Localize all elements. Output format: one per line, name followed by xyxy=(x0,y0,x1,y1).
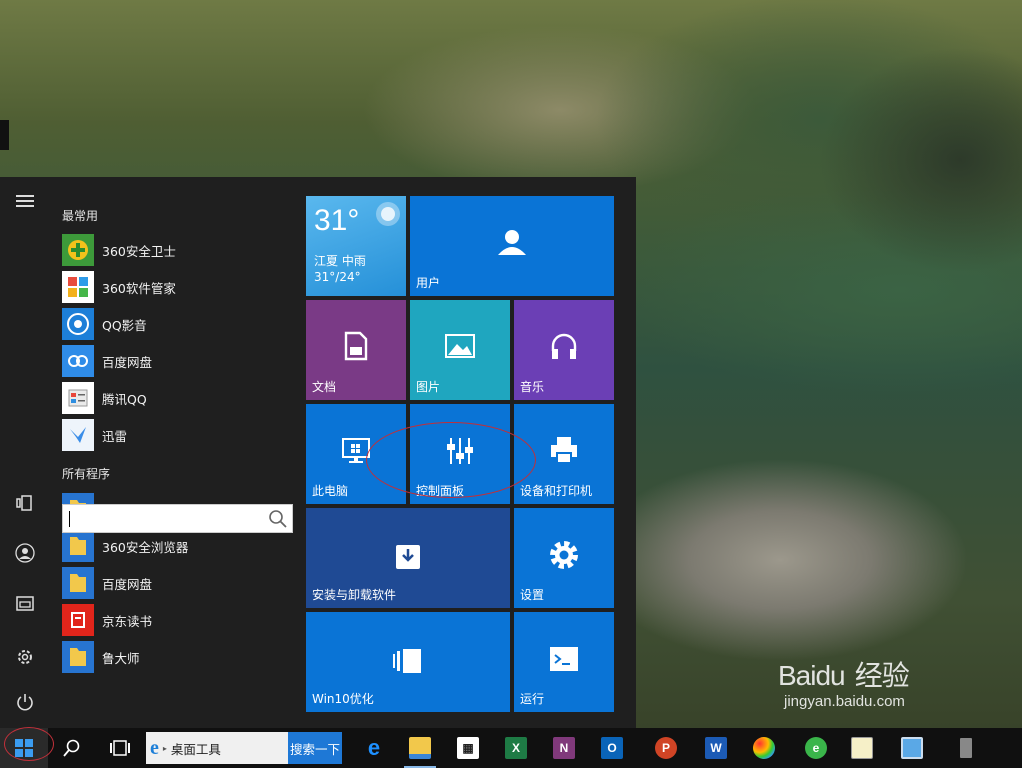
jd-reader-icon xyxy=(62,604,94,636)
app-list: 最常用 360安全卫士 360软件管家 QQ影音 百度网盘 腾讯QQ 迅雷 所有… xyxy=(50,177,296,728)
taskbar-app-paint[interactable] xyxy=(742,728,786,768)
list-item[interactable]: 迅雷 xyxy=(62,418,292,452)
pictures-tile[interactable]: 图片 xyxy=(410,300,510,400)
taskbar-app-powerpoint[interactable]: P xyxy=(644,728,688,768)
ie-logo-icon: e xyxy=(150,736,159,759)
archive-box-icon xyxy=(393,542,423,572)
printer-icon xyxy=(547,434,581,466)
store-icon: ▦ xyxy=(457,737,479,759)
user-tile[interactable]: 用户 xyxy=(410,196,614,296)
list-item[interactable]: 百度网盘 xyxy=(62,566,292,600)
power-icon[interactable] xyxy=(13,690,37,714)
install-uninstall-tile[interactable]: 安装与卸载软件 xyxy=(306,508,510,608)
start-search-input[interactable] xyxy=(62,504,293,533)
excel-icon: X xyxy=(505,737,527,759)
list-item[interactable]: 360安全卫士 xyxy=(62,233,292,267)
outlook-icon: O xyxy=(601,737,623,759)
taskbar-app-store[interactable]: ▦ xyxy=(446,728,490,768)
most-used-header: 最常用 xyxy=(62,209,99,223)
search-icon[interactable] xyxy=(268,509,288,529)
baidu-netdisk-icon xyxy=(62,345,94,377)
taskbar-search-button[interactable] xyxy=(48,728,96,768)
task-view-icon xyxy=(110,740,130,756)
onenote-icon: N xyxy=(553,737,575,759)
list-item[interactable]: 鲁大师 xyxy=(62,640,292,674)
gear-icon xyxy=(547,538,581,572)
taskbar-app-outlook[interactable]: O xyxy=(590,728,634,768)
control-panel-tile[interactable]: 控制面板 xyxy=(410,404,510,504)
picture-icon xyxy=(443,332,477,360)
powerpoint-icon: P xyxy=(655,737,677,759)
folder-icon xyxy=(62,530,94,562)
task-view-icon[interactable] xyxy=(13,491,37,515)
text-caret xyxy=(69,511,70,527)
headphones-icon xyxy=(548,330,580,362)
list-item[interactable]: 京东读书 xyxy=(62,603,292,637)
control-panel-icon xyxy=(901,737,923,759)
list-item[interactable]: 百度网盘 xyxy=(62,344,292,378)
notepad-icon xyxy=(851,737,873,759)
search-go-button[interactable]: 搜索一下 xyxy=(288,732,342,764)
tablet-mode-icon xyxy=(392,646,424,676)
list-item[interactable]: 360安全浏览器 xyxy=(62,529,292,563)
taskbar-app-word[interactable]: W xyxy=(694,728,738,768)
taskbar-app-network[interactable] xyxy=(944,728,988,768)
sliders-icon xyxy=(443,434,477,468)
weather-tile[interactable]: 31° 江夏 中雨 31°/24° xyxy=(306,196,406,296)
start-menu: 最常用 360安全卫士 360软件管家 QQ影音 百度网盘 腾讯QQ 迅雷 所有… xyxy=(0,177,636,728)
devices-printers-tile[interactable]: 设备和打印机 xyxy=(514,404,614,504)
all-programs-header: 所有程序 xyxy=(62,467,111,481)
run-console-icon xyxy=(547,644,581,674)
360-software-manager-icon xyxy=(62,271,94,303)
search-icon xyxy=(63,739,80,757)
music-tile[interactable]: 音乐 xyxy=(514,300,614,400)
taskbar-app-control-panel[interactable] xyxy=(890,728,934,768)
windows-logo-icon xyxy=(15,739,33,757)
win10-optimize-tile[interactable]: Win10优化 xyxy=(306,612,510,712)
taskbar-app-explorer[interactable] xyxy=(398,728,442,768)
documents-tile[interactable]: 文档 xyxy=(306,300,406,400)
document-icon xyxy=(340,330,372,362)
tencent-qq-icon xyxy=(62,382,94,414)
desktop-tools-toolbar[interactable]: e ▸ 桌面工具 xyxy=(146,732,288,764)
file-explorer-icon xyxy=(409,737,431,759)
list-item[interactable]: QQ影音 xyxy=(62,307,292,341)
file-explorer-rail-icon[interactable] xyxy=(13,591,37,615)
settings-tile[interactable]: 设置 xyxy=(514,508,614,608)
weather-location: 江夏 中雨 xyxy=(314,254,366,268)
this-pc-tile[interactable]: 此电脑 xyxy=(306,404,406,504)
sun-icon xyxy=(376,202,400,226)
folder-icon xyxy=(62,567,94,599)
taskbar-app-notepad[interactable] xyxy=(840,728,884,768)
xunlei-icon xyxy=(62,419,94,451)
taskbar-app-edge[interactable]: e xyxy=(352,728,396,768)
dropdown-arrow-icon[interactable]: ▸ xyxy=(163,744,167,753)
user-icon xyxy=(496,226,528,258)
task-view-button[interactable] xyxy=(96,728,144,768)
start-rail xyxy=(0,177,50,728)
taskbar-app-excel[interactable]: X xyxy=(494,728,538,768)
edge-icon: e xyxy=(367,735,381,760)
network-icon xyxy=(960,738,972,758)
taskbar-app-360-browser[interactable]: e xyxy=(794,728,838,768)
weather-range: 31°/24° xyxy=(314,270,361,284)
user-account-icon[interactable] xyxy=(13,541,37,565)
taskbar: e ▸ 桌面工具 搜索一下 e ▦ X N O P W e xyxy=(0,728,1022,768)
list-item[interactable]: 360软件管家 xyxy=(62,270,292,304)
360-safe-guard-icon xyxy=(62,234,94,266)
qq-player-icon xyxy=(62,308,94,340)
monitor-icon xyxy=(339,436,373,466)
word-icon: W xyxy=(705,737,727,759)
start-button[interactable] xyxy=(0,728,48,768)
360-browser-icon: e xyxy=(805,737,827,759)
weather-temp: 31° xyxy=(314,204,360,237)
list-item[interactable]: 腾讯QQ xyxy=(62,381,292,415)
paint-icon xyxy=(753,737,775,759)
run-tile[interactable]: 运行 xyxy=(514,612,614,712)
taskbar-app-onenote[interactable]: N xyxy=(542,728,586,768)
hamburger-menu-icon[interactable] xyxy=(13,189,37,213)
desktop-gadget-strip xyxy=(0,120,9,150)
folder-icon xyxy=(62,641,94,673)
settings-gear-icon[interactable] xyxy=(13,645,37,669)
